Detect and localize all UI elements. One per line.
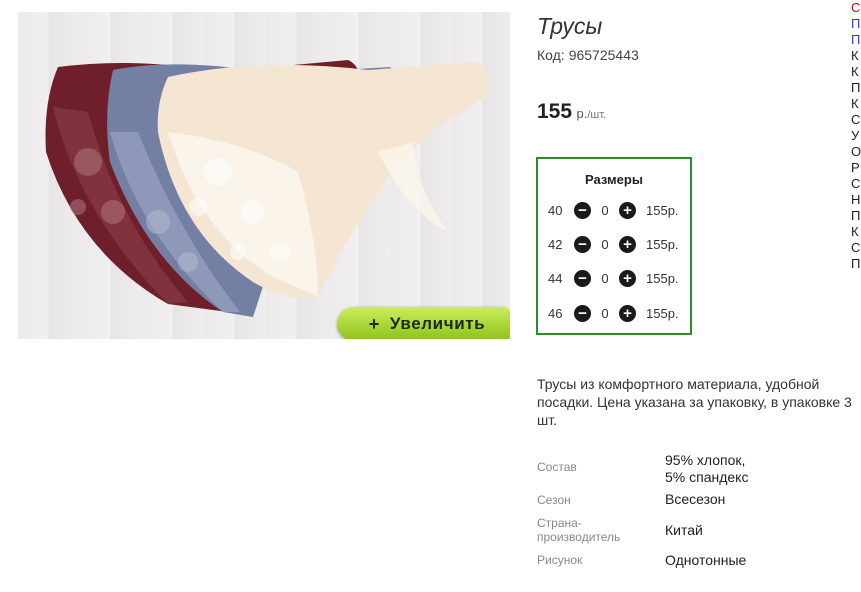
size-label: 42 xyxy=(548,236,563,252)
right-column-link[interactable]: П xyxy=(851,208,861,224)
minus-icon[interactable]: − xyxy=(574,304,591,322)
right-column-link[interactable]: К xyxy=(851,64,861,80)
property-value: Всесезон xyxy=(665,491,726,507)
property-value: Китай xyxy=(665,522,703,538)
size-label: 46 xyxy=(548,305,563,321)
right-column-link[interactable]: С xyxy=(851,176,861,192)
size-price: 155р. xyxy=(646,236,679,252)
product-image[interactable]: + Увеличить xyxy=(18,12,510,339)
property-value: Однотонные xyxy=(665,552,747,568)
right-column-link[interactable]: У xyxy=(851,128,861,144)
property-key: Сезон xyxy=(537,493,571,507)
right-column-link[interactable]: Р xyxy=(851,160,861,176)
right-column-link[interactable]: К xyxy=(851,224,861,240)
product-code-value: 965725443 xyxy=(568,47,639,63)
right-column-link[interactable]: К xyxy=(851,96,861,112)
size-label: 40 xyxy=(548,202,563,218)
zoom-button[interactable]: + Увеличить xyxy=(337,307,510,339)
right-column-link[interactable]: Н xyxy=(851,192,861,208)
size-price: 155р. xyxy=(646,305,679,321)
minus-icon[interactable]: − xyxy=(574,269,591,287)
property-row: Рисунок Однотонные xyxy=(537,552,746,569)
size-price: 155р. xyxy=(646,202,679,218)
right-column-link[interactable]: П xyxy=(851,80,861,96)
price-value: 155 xyxy=(537,100,573,123)
size-quantity[interactable]: 0 xyxy=(594,203,616,218)
product-code: Код: 965725443 xyxy=(537,47,639,63)
right-column-link[interactable]: П xyxy=(851,256,861,272)
price-per-unit: /шт. xyxy=(587,109,607,121)
property-row: Страна-производитель Китай xyxy=(537,516,703,544)
size-quantity[interactable]: 0 xyxy=(594,306,616,321)
property-row: Состав 95% хлопок, 5% спандекс xyxy=(537,452,748,486)
right-column-link[interactable]: П xyxy=(851,32,861,48)
property-row: Сезон Всесезон xyxy=(537,491,725,508)
product-code-label: Код: xyxy=(537,47,565,63)
product-price: 155 р./шт. xyxy=(537,100,606,124)
property-key: Страна-производитель xyxy=(537,516,621,544)
minus-icon[interactable]: − xyxy=(574,235,591,253)
price-currency: р. xyxy=(576,106,588,121)
size-quantity[interactable]: 0 xyxy=(594,271,616,286)
property-value: 95% хлопок, 5% спандекс xyxy=(665,452,749,485)
size-row: 42 − 0 + 155р. xyxy=(548,234,679,254)
right-column-links: СППККПКСУОРСНПКСП xyxy=(851,0,861,272)
property-key: Состав xyxy=(537,460,577,474)
product-title: Трусы xyxy=(537,13,603,39)
product-description: Трусы из комфортного материала, удобной … xyxy=(537,376,852,428)
plus-icon[interactable]: + xyxy=(619,201,636,219)
plus-icon: + xyxy=(368,313,380,334)
minus-icon[interactable]: − xyxy=(574,201,591,219)
size-label: 44 xyxy=(548,270,563,286)
sizes-heading: Размеры xyxy=(585,172,643,187)
property-key: Рисунок xyxy=(537,553,583,567)
product-photo-illustration xyxy=(45,60,489,317)
plus-icon[interactable]: + xyxy=(619,269,636,287)
right-column-link[interactable]: С xyxy=(851,0,861,16)
plus-icon[interactable]: + xyxy=(619,304,636,322)
plus-icon[interactable]: + xyxy=(619,235,636,253)
zoom-button-label: Увеличить xyxy=(389,314,486,333)
size-quantity[interactable]: 0 xyxy=(594,237,616,252)
size-row: 46 − 0 + 155р. xyxy=(548,303,679,323)
right-column-link[interactable]: К xyxy=(851,48,861,64)
size-row: 44 − 0 + 155р. xyxy=(548,268,679,288)
right-column-link[interactable]: С xyxy=(851,240,861,256)
right-column-link[interactable]: П xyxy=(851,16,861,32)
right-column-link[interactable]: С xyxy=(851,112,861,128)
size-price: 155р. xyxy=(646,270,679,286)
sizes-panel: Размеры 40 − 0 + 155р. 42 − 0 + 155р. 44… xyxy=(536,157,692,335)
size-row: 40 − 0 + 155р. xyxy=(548,200,679,220)
right-column-link[interactable]: О xyxy=(851,144,861,160)
